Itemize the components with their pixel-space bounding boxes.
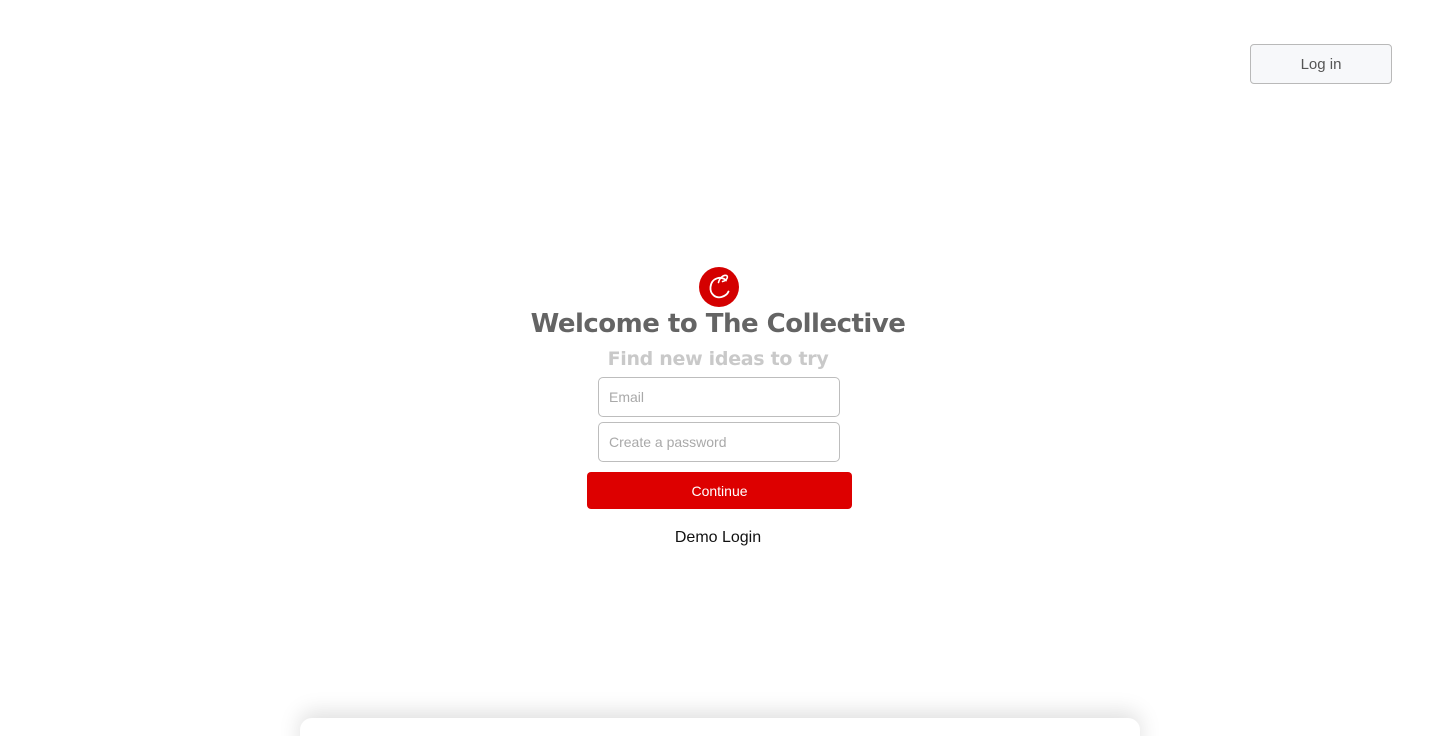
- demo-login-link[interactable]: Demo Login: [0, 527, 1436, 549]
- signup-page: Log in Welcome to The Collective Find ne…: [0, 0, 1436, 736]
- continue-button[interactable]: Continue: [587, 472, 852, 509]
- collective-logo-icon: [699, 267, 739, 307]
- page-title: Welcome to The Collective: [530, 309, 906, 339]
- login-button[interactable]: Log in: [1250, 44, 1392, 84]
- email-field[interactable]: [598, 377, 840, 417]
- bottom-panel: [300, 718, 1140, 736]
- password-field[interactable]: [598, 422, 840, 462]
- page-subtitle: Find new ideas to try: [607, 348, 829, 370]
